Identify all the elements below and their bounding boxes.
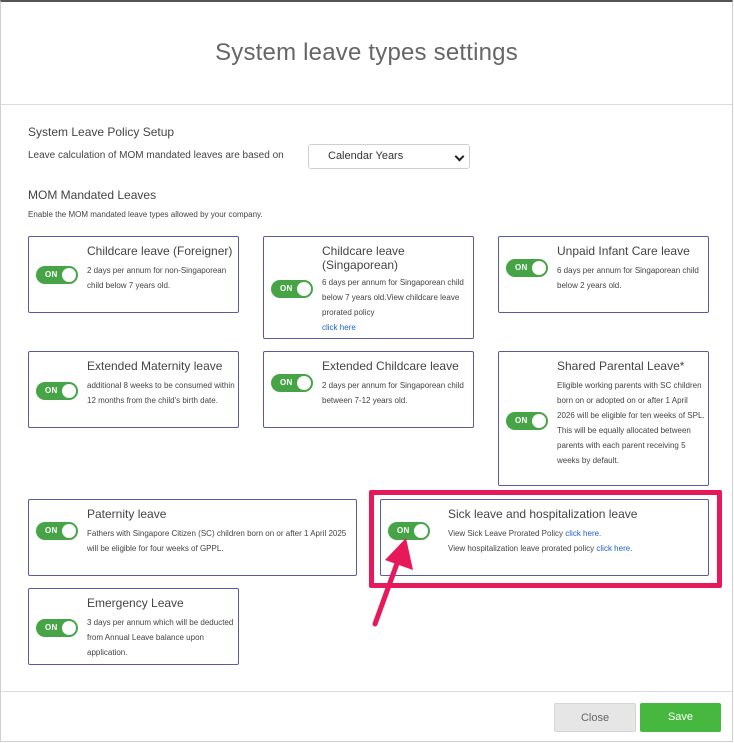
toggle-knob [62, 621, 76, 635]
card-description: Eligible working parents with SC childre… [557, 381, 705, 465]
toggle-knob [62, 268, 76, 282]
leave-calculation-label: Leave calculation of MOM mandated leaves… [28, 150, 284, 161]
childcare-prorated-link[interactable]: click here [322, 323, 356, 332]
annotation-highlight-box [369, 490, 722, 588]
toggle-emergency[interactable]: ON [36, 619, 78, 637]
card-shared-parental: ON Shared Parental Leave* Eligible worki… [498, 351, 709, 486]
card-description-text: 6 days per annum for Singaporean child b… [322, 278, 464, 317]
card-title: Unpaid Infant Care leave [557, 244, 690, 258]
card-title: Emergency Leave [87, 596, 184, 610]
close-button[interactable]: Close [554, 703, 636, 732]
toggle-label: ON [45, 386, 58, 395]
card-title: Childcare leave (Singaporean) [322, 244, 405, 272]
save-button[interactable]: Save [640, 703, 721, 732]
card-childcare-foreigner: ON Childcare leave (Foreigner) 2 days pe… [28, 236, 239, 313]
toggle-knob [62, 384, 76, 398]
leave-calculation-select[interactable]: Calendar Years [308, 144, 470, 169]
mom-section-title: MOM Mandated Leaves [28, 188, 157, 202]
toggle-knob [62, 524, 76, 538]
leave-calculation-value: Calendar Years [328, 150, 404, 162]
toggle-knob [532, 414, 546, 428]
policy-section-title: System Leave Policy Setup [28, 125, 175, 139]
card-description: additional 8 weeks to be consumed within… [87, 381, 235, 405]
card-title: Childcare leave (Foreigner) [87, 244, 233, 258]
chevron-down-icon [454, 151, 465, 162]
toggle-unpaid-infant-care[interactable]: ON [506, 259, 548, 277]
card-paternity: ON Paternity leave Fathers with Singapor… [28, 499, 357, 576]
card-extended-maternity: ON Extended Maternity leave additional 8… [28, 351, 239, 428]
toggle-shared-parental[interactable]: ON [506, 412, 548, 430]
card-description: 6 days per annum for Singaporean child b… [557, 266, 699, 290]
card-description: 2 days per annum for Singaporean child b… [322, 381, 464, 405]
modal-header: System leave types settings [1, 2, 732, 105]
toggle-label: ON [45, 526, 58, 535]
card-title: Extended Maternity leave [87, 359, 223, 373]
modal-footer: Close Save [1, 691, 732, 741]
toggle-paternity[interactable]: ON [36, 522, 78, 540]
toggle-label: ON [280, 378, 293, 387]
card-title: Extended Childcare leave [322, 359, 459, 373]
toggle-knob [297, 282, 311, 296]
annotation-arrow-icon [372, 538, 413, 627]
toggle-label: ON [515, 263, 528, 272]
toggle-knob [297, 376, 311, 390]
toggle-label: ON [280, 284, 293, 293]
card-description: 3 days per annum which will be deducted … [87, 618, 234, 657]
card-unpaid-infant-care: ON Unpaid Infant Care leave 6 days per a… [498, 236, 709, 313]
card-childcare-singaporean: ON Childcare leave (Singaporean) 6 days … [263, 236, 474, 339]
toggle-extended-childcare[interactable]: ON [271, 374, 313, 392]
toggle-label: ON [45, 623, 58, 632]
toggle-childcare-singaporean[interactable]: ON [271, 280, 313, 298]
toggle-childcare-foreigner[interactable]: ON [36, 266, 78, 284]
card-title: Paternity leave [87, 507, 167, 521]
mom-section-subtitle: Enable the MOM mandated leave types allo… [28, 210, 263, 219]
card-emergency: ON Emergency Leave 3 days per annum whic… [28, 588, 239, 665]
toggle-label: ON [515, 416, 528, 425]
card-extended-childcare: ON Extended Childcare leave 2 days per a… [263, 351, 474, 428]
toggle-extended-maternity[interactable]: ON [36, 382, 78, 400]
card-description: Fathers with Singapore Citizen (SC) chil… [87, 529, 347, 553]
toggle-label: ON [45, 270, 58, 279]
card-description: 2 days per annum for non-Singaporean chi… [87, 266, 227, 290]
card-title: Shared Parental Leave* [557, 359, 685, 373]
leave-settings-modal: System leave types settings System Leave… [0, 0, 733, 742]
card-description: 6 days per annum for Singaporean child b… [322, 275, 470, 335]
toggle-knob [532, 261, 546, 275]
modal-title: System leave types settings [215, 39, 518, 66]
